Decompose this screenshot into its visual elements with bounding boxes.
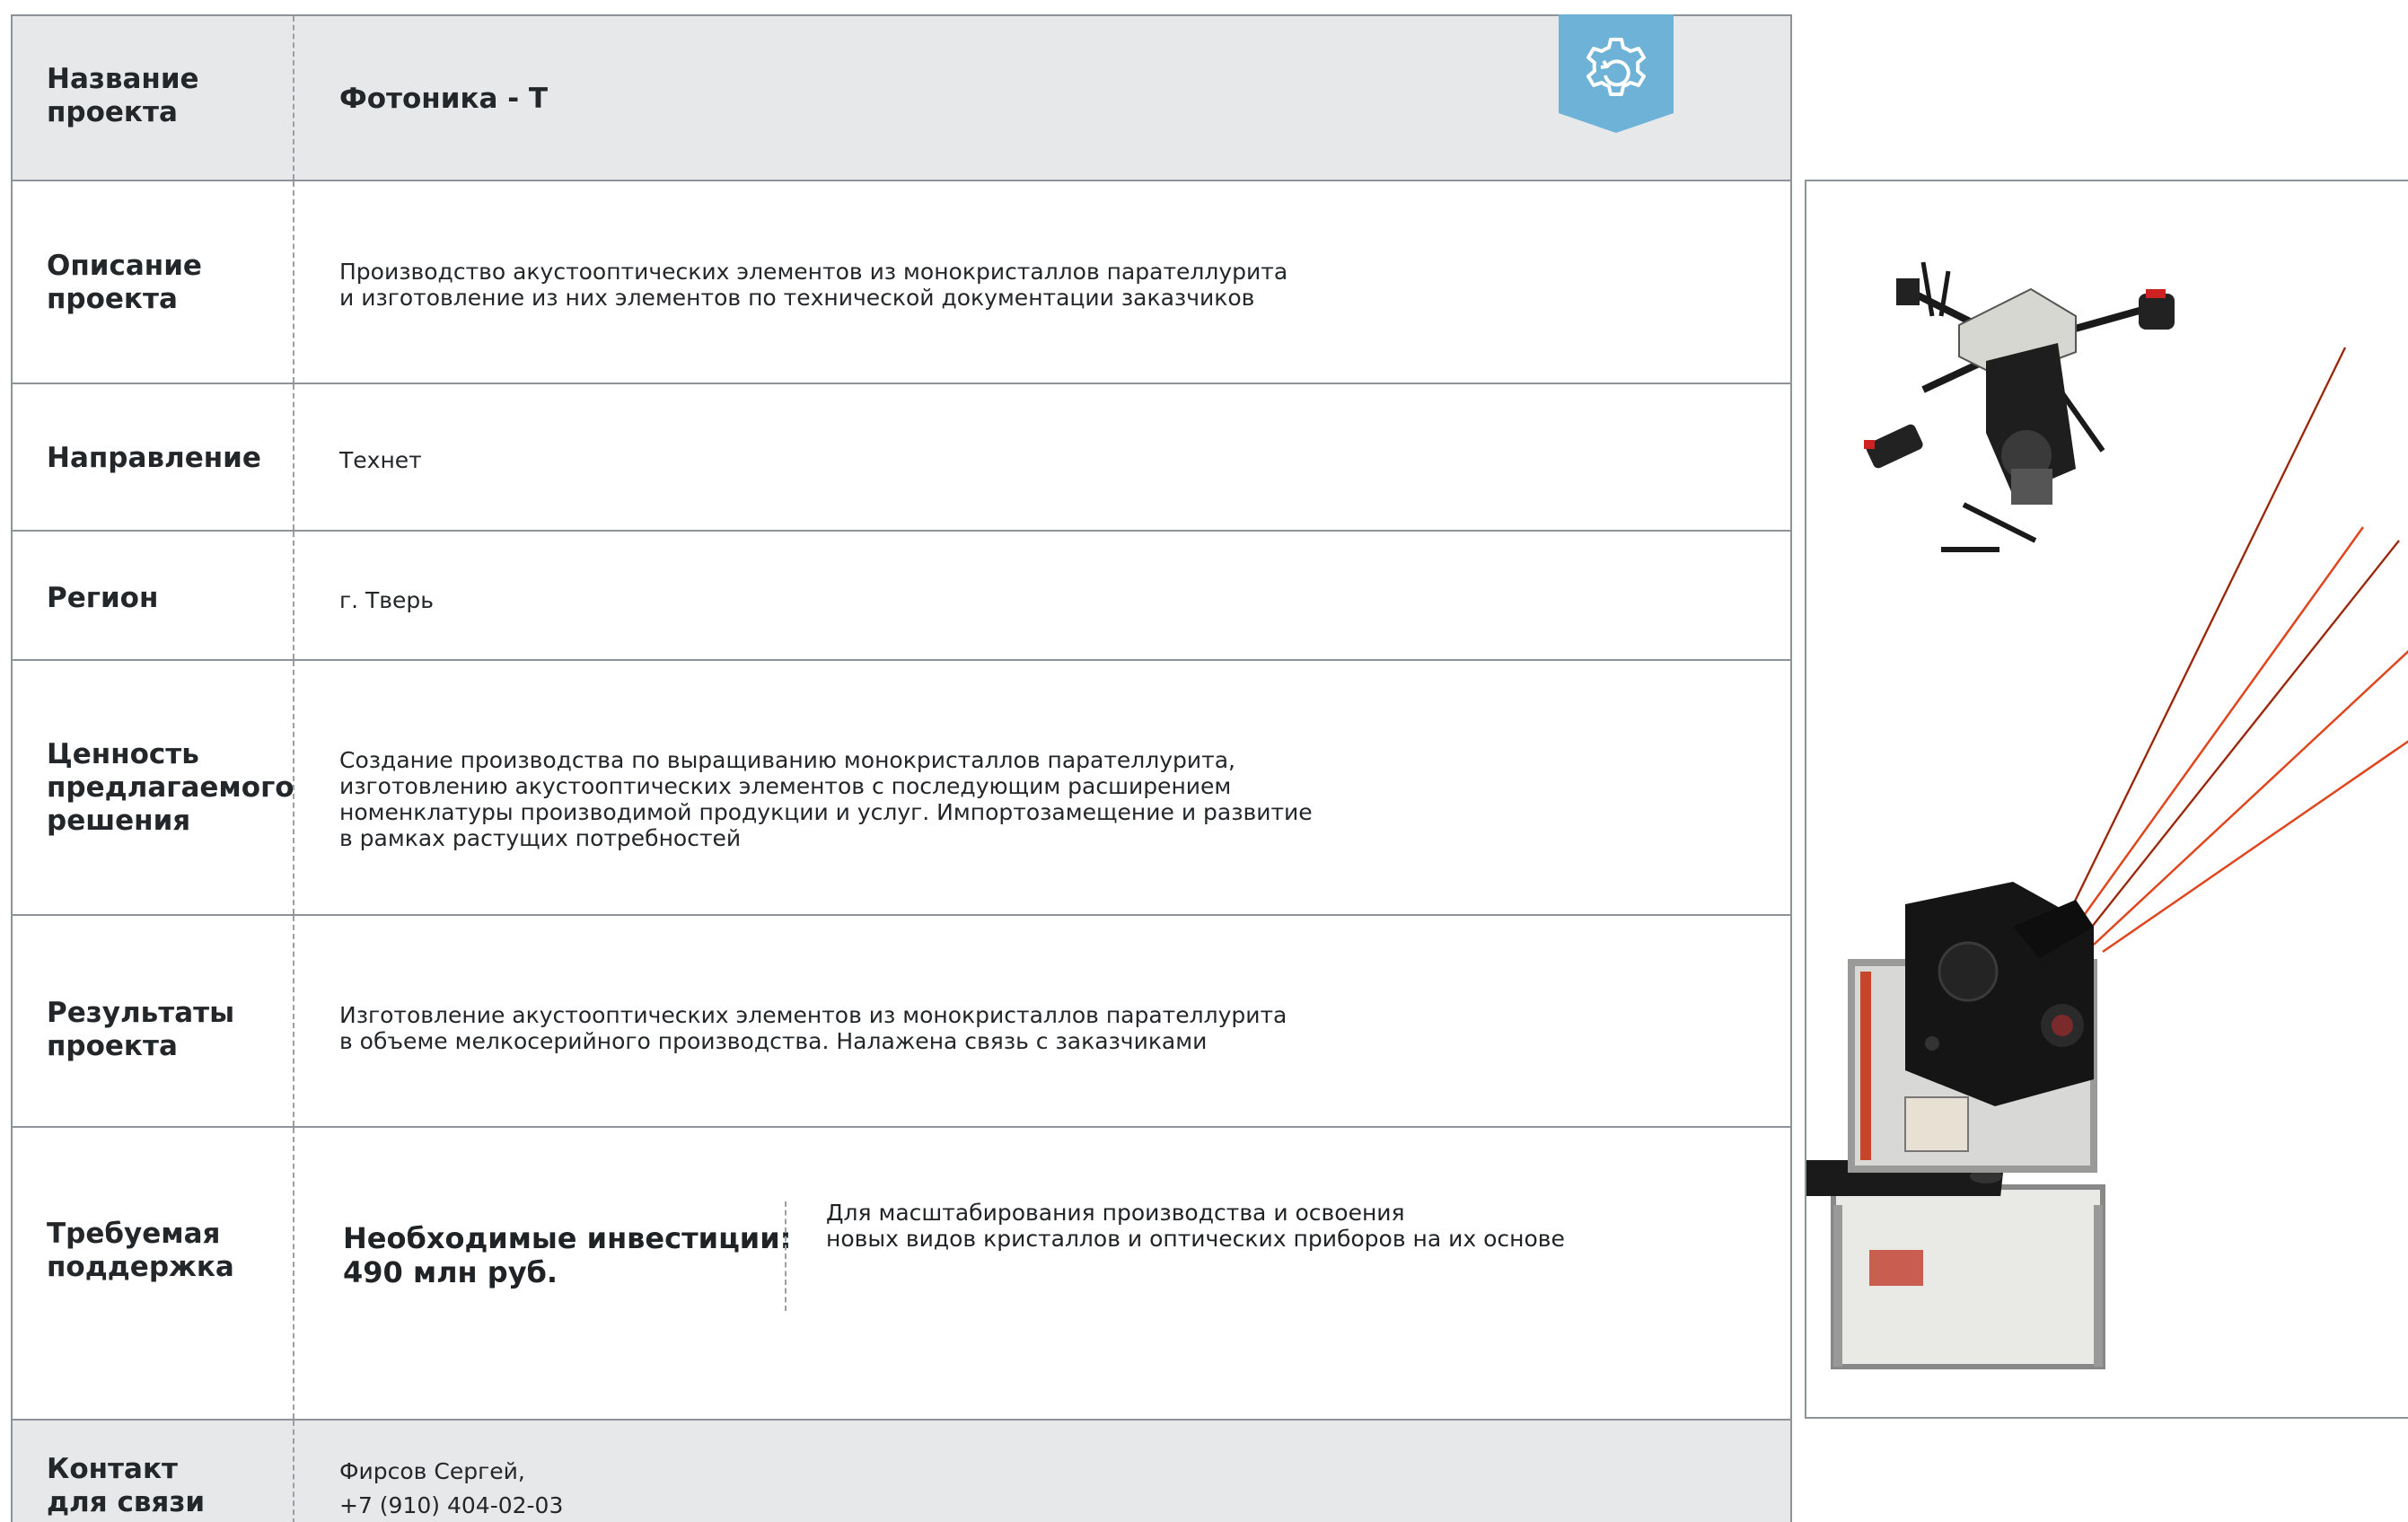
optical-device-illustration bbox=[1806, 882, 2105, 1369]
label-direction: Направление bbox=[47, 442, 261, 474]
row-direction: Направление Технет bbox=[13, 384, 1790, 532]
investment-amount: Необходимые инвестиции: 490 млн руб. bbox=[343, 1221, 792, 1289]
row-value-proposition: Ценность предлагаемого решения Создание … bbox=[13, 661, 1790, 916]
label-value-proposition: Ценность предлагаемого решения bbox=[47, 738, 294, 837]
column-divider bbox=[293, 1421, 294, 1522]
column-divider bbox=[293, 16, 294, 180]
investment-divider bbox=[785, 1201, 787, 1311]
row-results: Результаты проекта Изготовление акустооп… bbox=[13, 916, 1790, 1128]
row-project-name: Название проекта Фотоника - Т bbox=[13, 16, 1790, 181]
results-value: Изготовление акустооптических элементов … bbox=[339, 1002, 1287, 1054]
label-region: Регион bbox=[47, 582, 159, 614]
contact-value: Фирсов Сергей, +7 (910) 404-02-03 bbox=[339, 1458, 564, 1518]
region-value: г. Тверь bbox=[339, 587, 435, 613]
laser-beams bbox=[2065, 347, 2408, 954]
label-project-name: Название проекта bbox=[47, 63, 199, 128]
product-photo bbox=[1805, 180, 2408, 1419]
column-divider bbox=[293, 181, 294, 383]
row-region: Регион г. Тверь bbox=[13, 532, 1790, 661]
column-divider bbox=[293, 1128, 294, 1419]
row-description: Описание проекта Производство акустоопти… bbox=[13, 181, 1790, 384]
label-required-support: Требуемая поддержка bbox=[47, 1218, 234, 1283]
label-description: Описание проекта bbox=[47, 250, 202, 315]
column-divider bbox=[293, 532, 294, 659]
description-value: Производство акустооптических элементов … bbox=[339, 259, 1288, 311]
project-name-value: Фотоника - Т bbox=[339, 83, 549, 115]
investment-purpose: Для масштабирования производства и освое… bbox=[826, 1200, 1565, 1252]
value-proposition-value: Создание производства по выращиванию мон… bbox=[339, 747, 1313, 851]
drone-illustration bbox=[1864, 261, 2175, 552]
row-required-support: Требуемая поддержка Необходимые инвестиц… bbox=[13, 1128, 1790, 1421]
label-contact: Контакт для связи bbox=[47, 1453, 206, 1518]
column-divider bbox=[293, 916, 294, 1126]
row-contact: Контакт для связи Фирсов Сергей, +7 (910… bbox=[13, 1421, 1790, 1522]
label-results: Результаты проекта bbox=[47, 997, 235, 1062]
column-divider bbox=[293, 384, 294, 530]
column-divider bbox=[293, 661, 294, 914]
direction-value: Технет bbox=[339, 447, 422, 473]
gear-icon bbox=[1559, 14, 1674, 133]
project-card-table: Название проекта Фотоника - Т Описание п… bbox=[11, 14, 1792, 1522]
